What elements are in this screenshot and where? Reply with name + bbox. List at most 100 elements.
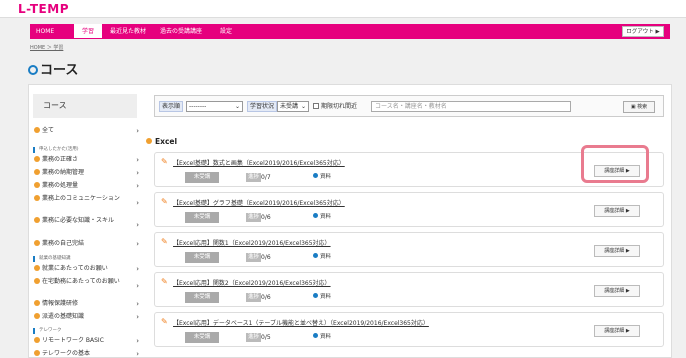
progress-label: 進捗 xyxy=(246,333,262,342)
sidebar-item-all[interactable]: 全て › xyxy=(33,126,139,135)
nav-recent-materials[interactable]: 最近見た教材 xyxy=(110,24,146,39)
material-link[interactable]: 資料 xyxy=(313,173,331,182)
folder-icon xyxy=(34,313,40,319)
category-heading: Excel xyxy=(146,137,177,146)
search-button[interactable]: ▣ 検索 xyxy=(623,101,655,113)
pencil-icon: ✎ xyxy=(161,197,168,206)
folder-icon xyxy=(34,127,40,133)
progress-label: 進捗 xyxy=(246,173,262,182)
folder-icon xyxy=(34,300,40,306)
status-badge: 未受講 xyxy=(185,212,219,223)
sort-label: 表示順 xyxy=(159,101,184,112)
folder-icon xyxy=(34,278,40,284)
nav-learning[interactable]: 学習 xyxy=(74,24,102,39)
sidebar-item[interactable]: 業務の納期管理 › xyxy=(33,168,139,177)
course-title-link[interactable]: 【Excel基礎】数式と画集（Excel2019/2016/Excel365対応… xyxy=(173,158,345,167)
status-badge: 未受講 xyxy=(185,292,219,303)
material-icon xyxy=(313,173,318,178)
logout-button[interactable]: ログアウト ▶ xyxy=(622,26,664,37)
chevron-right-icon: › xyxy=(136,313,139,321)
course-title-link[interactable]: 【Excel応用】関数1（Excel2019/2016/Excel365対応） xyxy=(173,238,331,247)
sidebar-section-label: 就業の基礎知識 xyxy=(33,256,71,262)
folder-icon xyxy=(34,169,40,175)
filter-bar: 表示順 -------- ⌄ 学習状況 未受講 ⌄ 期限切れ間近 コース名・講座名・… xyxy=(154,95,664,117)
breadcrumb[interactable]: HOME ＞ 学習 xyxy=(30,44,63,51)
chevron-down-icon: ⌄ xyxy=(234,103,240,110)
folder-icon xyxy=(34,156,40,162)
course-card: ✎ 【Excel応用】関数1（Excel2019/2016/Excel365対応… xyxy=(154,232,664,267)
page-title-text: コース xyxy=(40,63,79,78)
highlight-annotation xyxy=(581,145,649,183)
deadline-label: 期限切れ間近 xyxy=(321,103,358,110)
sidebar-item[interactable]: 業務上のコミュニケーション › xyxy=(33,194,139,212)
chevron-right-icon: › xyxy=(136,127,139,135)
chevron-right-icon: › xyxy=(136,156,139,164)
chevron-right-icon: › xyxy=(136,337,139,345)
folder-icon xyxy=(146,138,152,144)
status-badge: 未受講 xyxy=(185,332,219,343)
course-title-link[interactable]: 【Excel基礎】グラフ基礎（Excel2019/2016/Excel365対応… xyxy=(173,198,345,207)
material-link[interactable]: 資料 xyxy=(313,333,331,342)
chevron-right-icon: › xyxy=(136,240,139,248)
nav-home[interactable]: HOME xyxy=(36,24,54,39)
status-select[interactable]: 未受講 ⌄ xyxy=(277,101,309,112)
folder-icon xyxy=(34,265,40,271)
sort-select[interactable]: -------- ⌄ xyxy=(186,101,243,112)
sidebar-item[interactable]: 在宅勤務にあたってのお願い › xyxy=(33,277,139,295)
chevron-right-icon: › xyxy=(136,265,139,273)
progress-value: 0/6 xyxy=(261,214,271,221)
material-link[interactable]: 資料 xyxy=(313,213,331,222)
chevron-right-icon: › xyxy=(136,221,139,229)
status-badge: 未受講 xyxy=(185,172,219,183)
course-detail-button[interactable]: 講座詳細 ▶ xyxy=(594,325,640,337)
status-label: 学習状況 xyxy=(247,101,278,112)
chevron-right-icon: › xyxy=(136,199,139,207)
page-title: コース xyxy=(28,59,78,78)
search-input[interactable]: コース名・講座名・教材名 xyxy=(371,101,571,112)
sidebar-item[interactable]: テレワークの基本 › xyxy=(33,349,139,358)
sidebar-item[interactable]: 業務に必要な知識・スキル › xyxy=(33,216,139,234)
sidebar-item[interactable]: 情報保護研修 › xyxy=(33,299,139,308)
progress-label: 進捗 xyxy=(246,253,262,262)
sidebar-item[interactable]: リモートワーク BASIC › xyxy=(33,336,139,345)
pencil-icon: ✎ xyxy=(161,237,168,246)
chevron-right-icon: › xyxy=(136,169,139,177)
chevron-down-icon: ⌄ xyxy=(300,103,306,110)
progress-value: 0/6 xyxy=(261,254,271,261)
sidebar-item[interactable]: 業務の正確さ › xyxy=(33,155,139,164)
sidebar-section-label: 申込したかた(活用) xyxy=(33,147,79,153)
folder-icon xyxy=(34,337,40,343)
material-link[interactable]: 資料 xyxy=(313,253,331,262)
sidebar-item[interactable]: 就業にあたってのお願い › xyxy=(33,264,139,273)
course-detail-button[interactable]: 講座詳細 ▶ xyxy=(594,245,640,257)
folder-icon xyxy=(34,182,40,188)
sidebar-item[interactable]: 派遣の基礎知識 › xyxy=(33,312,139,321)
chevron-right-icon: › xyxy=(136,300,139,308)
pencil-icon: ✎ xyxy=(161,157,168,166)
deadline-checkbox[interactable] xyxy=(313,103,319,109)
chevron-right-icon: › xyxy=(136,282,139,290)
main-nav: HOME 学習 最近見た教材 過去の受講講座 設定 ログアウト ▶ xyxy=(30,24,670,39)
course-card: ✎ 【Excel基礎】グラフ基礎（Excel2019/2016/Excel365… xyxy=(154,192,664,227)
material-link[interactable]: 資料 xyxy=(313,293,331,302)
sidebar-header: コース xyxy=(33,94,137,118)
folder-icon xyxy=(34,217,40,223)
sidebar-section-label: テレワーク xyxy=(33,328,62,334)
pencil-icon: ✎ xyxy=(161,277,168,286)
course-title-link[interactable]: 【Excel応用】データベース1（テーブル機能と並べ替え）（Excel2019/… xyxy=(173,318,429,327)
nav-past-courses[interactable]: 過去の受講講座 xyxy=(160,24,202,39)
progress-label: 進捗 xyxy=(246,293,262,302)
course-detail-button[interactable]: 講座詳細 ▶ xyxy=(594,205,640,217)
material-icon xyxy=(313,333,318,338)
chevron-right-icon: › xyxy=(136,182,139,190)
folder-icon xyxy=(34,350,40,356)
progress-value: 0/6 xyxy=(261,294,271,301)
sidebar-item[interactable]: 業務の自己完結 › xyxy=(33,239,139,248)
course-title-link[interactable]: 【Excel応用】関数2（Excel2019/2016/Excel365対応） xyxy=(173,278,331,287)
sidebar-item[interactable]: 業務の処理量 › xyxy=(33,181,139,190)
course-card: ✎ 【Excel応用】関数2（Excel2019/2016/Excel365対応… xyxy=(154,272,664,307)
folder-icon xyxy=(34,195,40,201)
logo[interactable]: L-TEMP xyxy=(18,2,69,16)
course-detail-button[interactable]: 講座詳細 ▶ xyxy=(594,285,640,297)
nav-settings[interactable]: 設定 xyxy=(220,24,232,39)
